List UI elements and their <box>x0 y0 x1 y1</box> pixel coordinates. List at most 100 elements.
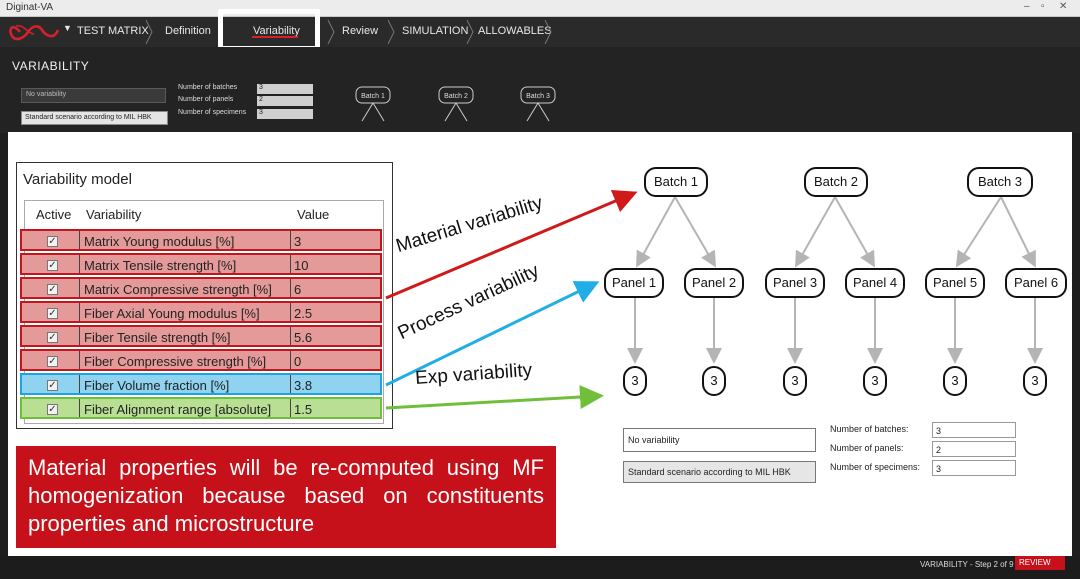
nav-definition[interactable]: Definition <box>165 25 211 37</box>
batches-input[interactable]: 3 <box>257 84 313 94</box>
table-row: ✓ Matrix Compressive strength [%] 6 <box>20 277 382 299</box>
column-divider <box>290 255 291 273</box>
variability-name: Matrix Young modulus [%] <box>84 234 235 249</box>
panels-label: Number of panels <box>178 96 234 103</box>
specimens-input[interactable]: 3 <box>257 109 313 119</box>
model-title: Variability model <box>23 171 132 188</box>
active-checkbox[interactable]: ✓ <box>47 260 58 271</box>
dark-tree: Batch 1 Batch 2 Batch 3 <box>355 86 556 122</box>
column-divider <box>79 231 80 249</box>
panel-4-node[interactable]: Panel 4 <box>845 268 905 298</box>
variability-name: Fiber Volume fraction [%] <box>84 378 230 393</box>
panel-5-node[interactable]: Panel 5 <box>925 268 985 298</box>
num-batches-label: Number of batches: <box>830 424 909 434</box>
status-bar: VARIABILITY - Step 2 of 9 REVIEW <box>0 556 1080 579</box>
panel-3-node[interactable]: Panel 3 <box>765 268 825 298</box>
column-divider <box>79 351 80 369</box>
batch-1-node[interactable]: Batch 1 <box>644 167 708 197</box>
column-divider <box>290 303 291 321</box>
col-value-header: Value <box>297 207 330 222</box>
chevron-right-icon <box>387 20 395 44</box>
specimen-4-node[interactable]: 3 <box>863 366 887 396</box>
variability-value[interactable]: 3 <box>294 234 301 249</box>
column-divider <box>79 399 80 417</box>
active-checkbox[interactable]: ✓ <box>47 308 58 319</box>
column-divider <box>290 399 291 417</box>
variability-name: Fiber Tensile strength [%] <box>84 330 231 345</box>
active-checkbox[interactable]: ✓ <box>47 404 58 415</box>
column-divider <box>290 375 291 393</box>
dark-batch-3: Batch 3 <box>526 93 550 100</box>
minimize-icon[interactable]: – <box>1024 1 1030 12</box>
num-panels-input[interactable]: 2 <box>932 441 1016 457</box>
column-divider <box>290 279 291 297</box>
app-title: Diginat-VA <box>6 2 54 13</box>
variability-value[interactable]: 3.8 <box>294 378 312 393</box>
nav-test-matrix[interactable]: TEST MATRIX <box>77 25 149 37</box>
specimen-5-node[interactable]: 3 <box>943 366 967 396</box>
logo-icon <box>9 24 60 41</box>
dark-batch-1: Batch 1 <box>361 93 385 100</box>
column-divider <box>290 351 291 369</box>
chevron-right-icon <box>327 20 335 44</box>
column-divider <box>290 327 291 345</box>
variability-value[interactable]: 6 <box>294 282 301 297</box>
batch-3-node[interactable]: Batch 3 <box>967 167 1033 197</box>
variability-section: VARIABILITY No variability Standard scen… <box>0 47 1080 133</box>
variability-name: Matrix Tensile strength [%] <box>84 258 237 273</box>
num-specimens-input[interactable]: 3 <box>932 460 1016 476</box>
column-divider <box>79 255 80 273</box>
active-checkbox[interactable]: ✓ <box>47 380 58 391</box>
variability-value[interactable]: 5.6 <box>294 330 312 345</box>
variability-value[interactable]: 0 <box>294 354 301 369</box>
num-batches-input[interactable]: 3 <box>932 422 1016 438</box>
active-checkbox[interactable]: ✓ <box>47 236 58 247</box>
panel-1-node[interactable]: Panel 1 <box>604 268 664 298</box>
maximize-icon[interactable]: ▫ <box>1041 1 1045 12</box>
chevron-right-icon <box>466 20 474 44</box>
active-checkbox[interactable]: ✓ <box>47 356 58 367</box>
variability-select-input[interactable]: No variability <box>623 428 816 452</box>
specimen-6-node[interactable]: 3 <box>1023 366 1047 396</box>
standard-scenario-button[interactable]: Standard scenario according to MIL HBK <box>623 461 816 483</box>
active-checkbox[interactable]: ✓ <box>47 284 58 295</box>
col-variability-header: Variability <box>86 207 142 222</box>
column-divider <box>79 303 80 321</box>
close-icon[interactable]: ✕ <box>1059 1 1067 12</box>
col-active-header: Active <box>36 207 72 222</box>
scenario-button[interactable]: Standard scenario according to MIL HBK <box>21 111 168 125</box>
column-divider <box>79 279 80 297</box>
dark-batch-2: Batch 2 <box>444 93 468 100</box>
nav-review[interactable]: Review <box>342 25 378 37</box>
panel-2-node[interactable]: Panel 2 <box>684 268 744 298</box>
specimen-3-node[interactable]: 3 <box>783 366 807 396</box>
chevron-right-icon <box>145 20 153 44</box>
panel-6-node[interactable]: Panel 6 <box>1005 268 1067 298</box>
variability-name: Matrix Compressive strength [%] <box>84 282 272 297</box>
nav-allowables[interactable]: ALLOWABLES <box>478 25 552 37</box>
table-row: ✓ Fiber Axial Young modulus [%] 2.5 <box>20 301 382 323</box>
column-divider <box>79 375 80 393</box>
review-button[interactable]: REVIEW <box>1015 556 1065 570</box>
panels-input[interactable]: 2 <box>257 96 313 106</box>
table-row: ✓ Fiber Volume fraction [%] 3.8 <box>20 373 382 395</box>
variability-value[interactable]: 2.5 <box>294 306 312 321</box>
menu-dropdown-icon[interactable]: ▼ <box>63 23 72 33</box>
batch-2-node[interactable]: Batch 2 <box>804 167 868 197</box>
variability-name: Fiber Alignment range [absolute] <box>84 402 272 417</box>
variability-select[interactable]: No variability <box>21 88 166 103</box>
variability-value[interactable]: 10 <box>294 258 308 273</box>
active-checkbox[interactable]: ✓ <box>47 332 58 343</box>
column-divider <box>290 231 291 249</box>
homogenization-note: Material properties will be re-computed … <box>16 446 556 548</box>
window-titlebar: Diginat-VA – ▫ ✕ <box>0 0 1080 17</box>
num-specimens-label: Number of specimens: <box>830 462 921 472</box>
active-tab-highlight <box>218 9 320 51</box>
variability-value[interactable]: 1.5 <box>294 402 312 417</box>
nav-simulation[interactable]: SIMULATION <box>402 25 468 37</box>
table-row: ✓ Matrix Tensile strength [%] 10 <box>20 253 382 275</box>
specimen-1-node[interactable]: 3 <box>623 366 647 396</box>
column-divider <box>79 327 80 345</box>
specimen-2-node[interactable]: 3 <box>702 366 726 396</box>
table-row: ✓ Matrix Young modulus [%] 3 <box>20 229 382 251</box>
